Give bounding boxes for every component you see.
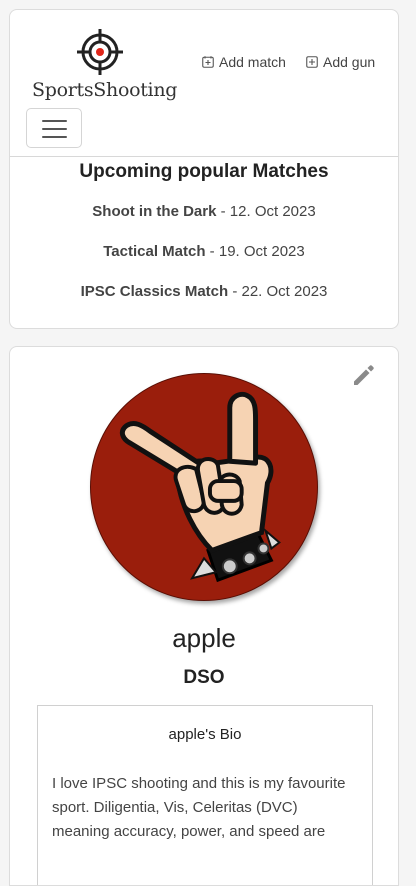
add-match-icon	[202, 56, 214, 68]
plus-square-icon	[306, 56, 318, 68]
match-name: Shoot in the Dark	[92, 203, 217, 220]
match-item[interactable]: Shoot in the Dark - 12. Oct 2023	[10, 184, 398, 230]
match-date: - 12. Oct 2023	[216, 203, 316, 220]
pencil-icon[interactable]	[350, 361, 378, 389]
menu-toggle-button[interactable]	[26, 108, 82, 148]
add-gun-label: Add gun	[323, 54, 376, 70]
profile-card: apple DSO apple's Bio I love IPSC shooti…	[9, 346, 399, 886]
top-card: SportsShooting Add match Add gun Upcomin…	[9, 9, 399, 329]
navbar: SportsShooting Add match Add gun	[10, 10, 398, 157]
rock-hand-icon	[119, 391, 281, 583]
add-match-label: Add match	[219, 54, 286, 70]
match-item[interactable]: Tactical Match - 19. Oct 2023	[10, 230, 398, 270]
match-name: Tactical Match	[103, 243, 206, 260]
add-gun-link[interactable]: Add gun	[306, 54, 375, 70]
crosshair-logo-icon	[77, 29, 123, 75]
upcoming-matches: Upcoming popular Matches Shoot in the Da…	[10, 160, 398, 310]
user-role: DSO	[183, 667, 225, 688]
upcoming-title: Upcoming popular Matches	[79, 161, 329, 182]
bio-box: apple's Bio I love IPSC shooting and thi…	[37, 705, 373, 885]
avatar	[90, 373, 318, 601]
hamburger-icon-bar	[42, 120, 67, 122]
brand-logo-link[interactable]: SportsShooting	[32, 28, 177, 104]
match-item[interactable]: IPSC Classics Match - 22. Oct 2023	[10, 270, 398, 310]
brand-name: SportsShooting	[32, 79, 178, 101]
match-list: Shoot in the Dark - 12. Oct 2023 Tactica…	[10, 184, 398, 310]
username: apple	[172, 623, 236, 653]
add-match-link[interactable]: Add match	[202, 54, 286, 70]
match-date: - 19. Oct 2023	[205, 243, 305, 260]
match-name: IPSC Classics Match	[80, 283, 229, 300]
hamburger-icon-bar	[42, 136, 67, 138]
hamburger-icon-bar	[42, 128, 67, 130]
match-date: - 22. Oct 2023	[228, 283, 328, 300]
bio-title: apple's Bio	[168, 726, 242, 743]
bio-text: I love IPSC shooting and this is my favo…	[52, 775, 346, 840]
